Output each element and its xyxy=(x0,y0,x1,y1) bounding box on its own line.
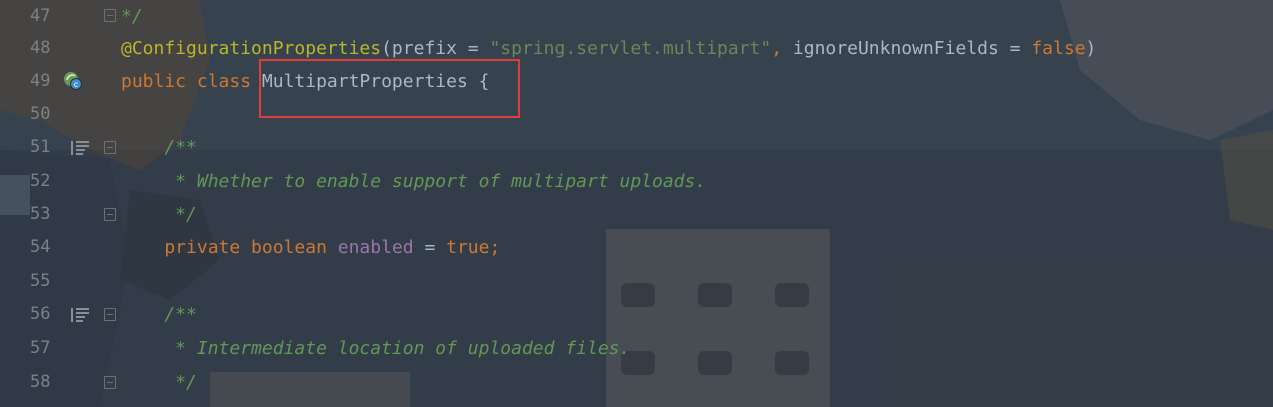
code-token: * Intermediate location of uploaded file… xyxy=(121,338,631,359)
code-token: , xyxy=(771,38,793,59)
code-text: */ xyxy=(121,0,143,33)
code-line[interactable]: 58 */ xyxy=(0,366,1273,399)
code-line[interactable]: 47 */ xyxy=(0,0,1273,33)
fold-start-icon[interactable] xyxy=(104,141,116,154)
code-token: */ xyxy=(121,372,197,393)
line-number: 49 xyxy=(30,71,51,91)
code-token: /** xyxy=(121,137,197,158)
code-token: true xyxy=(446,237,490,258)
code-text: */ xyxy=(121,366,197,399)
code-token: (prefix = xyxy=(381,38,490,59)
spring-bean-icon[interactable]: c xyxy=(63,71,83,91)
code-token: "spring.servlet.multipart" xyxy=(489,38,772,59)
code-line[interactable]: 50 xyxy=(0,98,1273,131)
code-line[interactable]: 51 /** xyxy=(0,131,1273,164)
line-number: 53 xyxy=(30,204,51,224)
code-token: ) xyxy=(1085,38,1097,59)
line-number: 56 xyxy=(30,304,51,324)
line-number: 57 xyxy=(30,338,51,358)
line-number: 48 xyxy=(30,38,51,58)
code-token: */ xyxy=(121,204,197,225)
code-line[interactable]: 54 private boolean enabled = true; xyxy=(0,231,1273,264)
rendered-doc-icon[interactable] xyxy=(71,308,89,322)
code-token: false xyxy=(1031,38,1086,59)
code-token: /** xyxy=(121,304,197,325)
code-token: ; xyxy=(489,237,501,258)
line-number: 58 xyxy=(30,372,51,392)
line-number: 55 xyxy=(30,271,51,291)
line-number: 52 xyxy=(30,171,51,191)
code-line[interactable]: 49 c public class MultipartProperties { xyxy=(0,65,1273,98)
line-number: 51 xyxy=(30,137,51,157)
code-text: * Whether to enable support of multipart… xyxy=(121,165,706,198)
code-line[interactable]: 57 * Intermediate location of uploaded f… xyxy=(0,332,1273,365)
code-token: * Whether to enable support of multipart… xyxy=(121,171,707,192)
fold-end-icon[interactable] xyxy=(104,208,116,221)
code-line[interactable]: 48 @ConfigurationProperties(prefix = "sp… xyxy=(0,32,1273,65)
code-line[interactable]: 53 */ xyxy=(0,198,1273,231)
code-token: enabled xyxy=(337,237,414,258)
code-text: /** xyxy=(121,131,197,164)
code-token: private boolean xyxy=(121,237,338,258)
code-token: */ xyxy=(121,6,143,27)
code-text: private boolean enabled = true; xyxy=(121,231,500,264)
code-editor[interactable]: 47 */ 48 @ConfigurationProperties(prefix… xyxy=(0,0,1273,407)
code-text: /** xyxy=(121,298,197,331)
rendered-doc-icon[interactable] xyxy=(71,141,89,155)
class-name-highlight-box xyxy=(259,59,520,118)
line-number: 50 xyxy=(30,104,51,124)
code-text: * Intermediate location of uploaded file… xyxy=(121,332,630,365)
line-number: 47 xyxy=(30,6,51,26)
code-line[interactable]: 55 xyxy=(0,265,1273,298)
fold-end-icon[interactable] xyxy=(104,376,116,389)
fold-end-icon[interactable] xyxy=(104,9,116,22)
code-token: @ConfigurationProperties xyxy=(121,38,382,59)
code-line[interactable]: 56 /** xyxy=(0,298,1273,331)
line-number: 54 xyxy=(30,237,51,257)
fold-start-icon[interactable] xyxy=(104,308,116,321)
code-text: */ xyxy=(121,198,197,231)
code-token: ignoreUnknownFields = xyxy=(792,38,1032,59)
code-token: public class xyxy=(121,71,262,92)
code-line[interactable]: 52 * Whether to enable support of multip… xyxy=(0,165,1273,198)
code-token: = xyxy=(413,237,447,258)
svg-text:c: c xyxy=(74,80,78,89)
